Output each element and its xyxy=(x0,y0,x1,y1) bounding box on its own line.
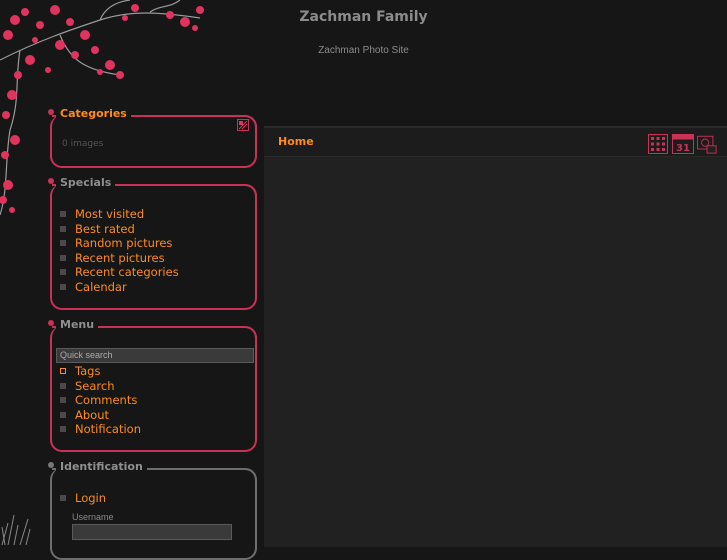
box-dot xyxy=(48,109,54,115)
specials-box: Specials Most visited Best rated Random … xyxy=(48,176,257,310)
specials-item-calendar[interactable]: Calendar xyxy=(60,280,179,295)
menu-label[interactable]: Most visited xyxy=(75,207,144,221)
specials-item-best-rated[interactable]: Best rated xyxy=(60,222,179,237)
menu-label[interactable]: Calendar xyxy=(75,280,127,294)
login-link[interactable]: Login xyxy=(60,491,106,506)
identification-list: Login xyxy=(60,491,106,506)
main-content: Home 31 xyxy=(264,126,727,547)
menu-label[interactable]: Notification xyxy=(75,422,141,436)
menu-label[interactable]: About xyxy=(75,408,109,422)
box-dot xyxy=(48,178,54,184)
identification-box: Identification Login Username xyxy=(48,460,257,560)
menu-label[interactable]: Recent pictures xyxy=(75,251,165,265)
identification-title: Identification xyxy=(56,460,147,474)
menu-label[interactable]: Search xyxy=(75,379,115,393)
categories-title[interactable]: Categories xyxy=(56,107,131,121)
bullet xyxy=(60,382,66,389)
bullet xyxy=(60,211,66,217)
username-label: Username xyxy=(72,512,114,522)
menu-label[interactable]: Recent categories xyxy=(75,265,179,279)
menu-title: Menu xyxy=(56,318,99,332)
menu-item-search[interactable]: Search xyxy=(60,379,141,394)
menu-label[interactable]: Random pictures xyxy=(75,236,172,250)
grass-decoration xyxy=(1,514,31,545)
username-input[interactable] xyxy=(72,524,232,540)
menu-label[interactable]: Comments xyxy=(75,393,137,407)
box-dot xyxy=(48,320,54,326)
bullet xyxy=(60,269,66,275)
specials-item-most-visited[interactable]: Most visited xyxy=(60,207,179,222)
bullet xyxy=(60,397,66,403)
specials-item-recent-pictures[interactable]: Recent pictures xyxy=(60,251,179,266)
menu-label[interactable]: Tags xyxy=(75,364,100,378)
menu-label[interactable]: Login xyxy=(75,491,106,505)
specials-item-recent-categories[interactable]: Recent categories xyxy=(60,265,179,280)
calendar-icon[interactable]: 31 xyxy=(672,134,694,154)
menu-item-comments[interactable]: Comments xyxy=(60,393,141,408)
menu-label[interactable]: Best rated xyxy=(75,222,135,236)
menu-item-about[interactable]: About xyxy=(60,408,141,423)
categories-box: Categories 0 images xyxy=(48,107,257,168)
bullet xyxy=(60,368,66,374)
image-count: 0 images xyxy=(62,139,104,149)
specials-list: Most visited Best rated Random pictures … xyxy=(60,207,179,294)
breadcrumb-home[interactable]: Home xyxy=(278,135,314,148)
bullet xyxy=(60,426,66,432)
category-toggle-icon[interactable] xyxy=(237,119,249,131)
menu-item-tags[interactable]: Tags xyxy=(60,364,141,379)
bullet xyxy=(60,495,66,501)
bullet xyxy=(60,240,66,246)
bullet xyxy=(60,254,66,261)
menu-item-notification[interactable]: Notification xyxy=(60,422,141,437)
slideshow-icon[interactable] xyxy=(696,134,718,154)
bullet xyxy=(60,225,66,232)
quick-search-input[interactable]: Quick search xyxy=(56,348,254,363)
specials-item-random-pictures[interactable]: Random pictures xyxy=(60,236,179,251)
thumbnails-grid-icon[interactable] xyxy=(648,134,668,154)
menu-list: Tags Search Comments About Notification xyxy=(60,364,141,437)
bullet xyxy=(60,283,66,290)
bullet xyxy=(60,411,66,418)
specials-title: Specials xyxy=(56,176,116,190)
calendar-day: 31 xyxy=(676,143,690,154)
content-header: Home 31 xyxy=(264,128,727,157)
box-dot xyxy=(48,462,54,468)
menu-box: Menu Quick search Tags Search Comments A… xyxy=(48,318,257,452)
site-title: Zachman Family xyxy=(299,9,428,25)
site-subtitle: Zachman Photo Site xyxy=(318,45,409,56)
